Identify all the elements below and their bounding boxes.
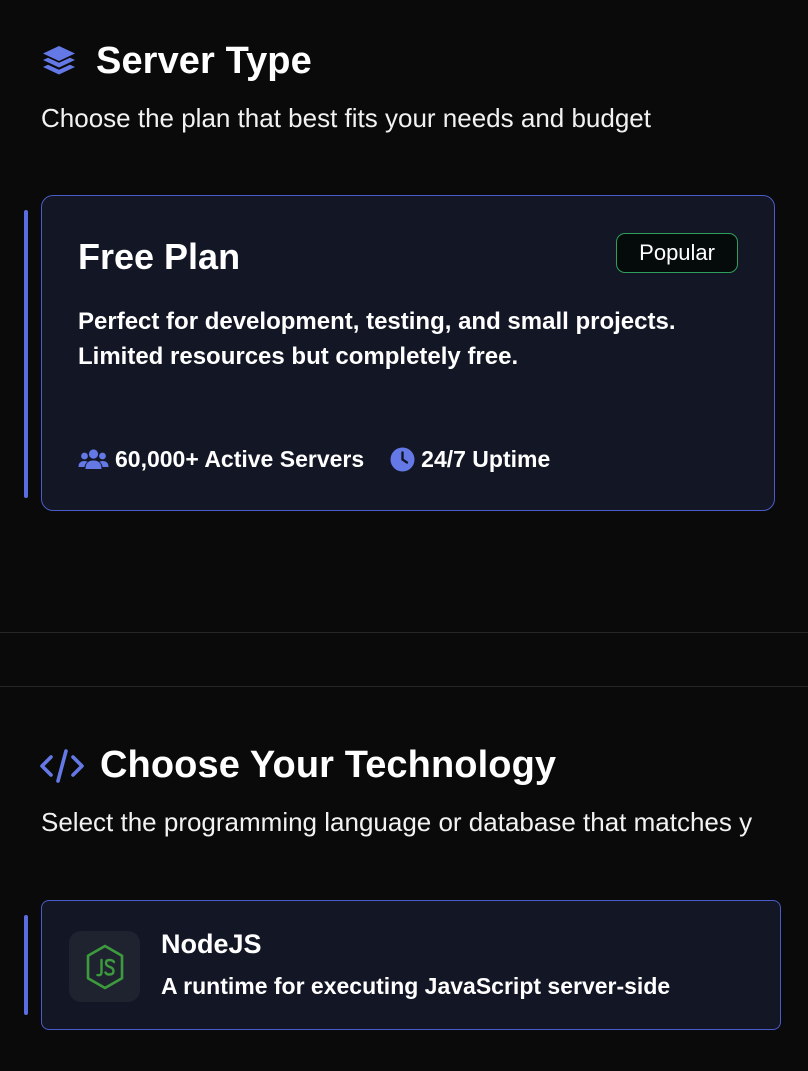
technology-title: Choose Your Technology [100, 744, 557, 786]
server-type-title: Server Type [96, 40, 312, 82]
plan-stats: 60,000+ Active Servers 24/7 Uptime [78, 446, 576, 473]
clock-icon [390, 447, 415, 472]
nodejs-icon [86, 944, 123, 989]
stat-active-servers: 60,000+ Active Servers [78, 446, 364, 473]
stat-uptime: 24/7 Uptime [390, 446, 550, 473]
technology-name: NodeJS [161, 929, 262, 959]
section-divider-top [0, 632, 808, 633]
users-icon [78, 448, 109, 469]
section-divider-bottom [0, 686, 808, 687]
technology-selected-indicator [24, 915, 28, 1015]
free-plan-card[interactable]: Free Plan Popular Perfect for developmen… [41, 195, 775, 511]
technology-subtitle: Select the programming language or datab… [41, 807, 753, 837]
plan-selected-indicator [24, 210, 28, 498]
stat-active-servers-label: 60,000+ Active Servers [115, 446, 365, 472]
plan-title: Free Plan [78, 236, 241, 277]
page: Server Type Choose the plan that best fi… [0, 0, 808, 1071]
nodejs-option-card[interactable]: NodeJS A runtime for executing JavaScrip… [41, 900, 781, 1030]
code-icon [40, 748, 84, 783]
technology-description: A runtime for executing JavaScript serve… [161, 973, 671, 999]
server-type-subtitle: Choose the plan that best fits your need… [41, 103, 651, 133]
technology-header: Choose Your Technology [40, 744, 556, 787]
layers-icon [43, 45, 75, 74]
popular-badge: Popular [616, 233, 738, 273]
plan-description: Perfect for development, testing, and sm… [78, 308, 676, 370]
nodejs-logo [69, 931, 140, 1002]
server-type-header: Server Type [40, 40, 312, 83]
stat-uptime-label: 24/7 Uptime [421, 446, 551, 472]
